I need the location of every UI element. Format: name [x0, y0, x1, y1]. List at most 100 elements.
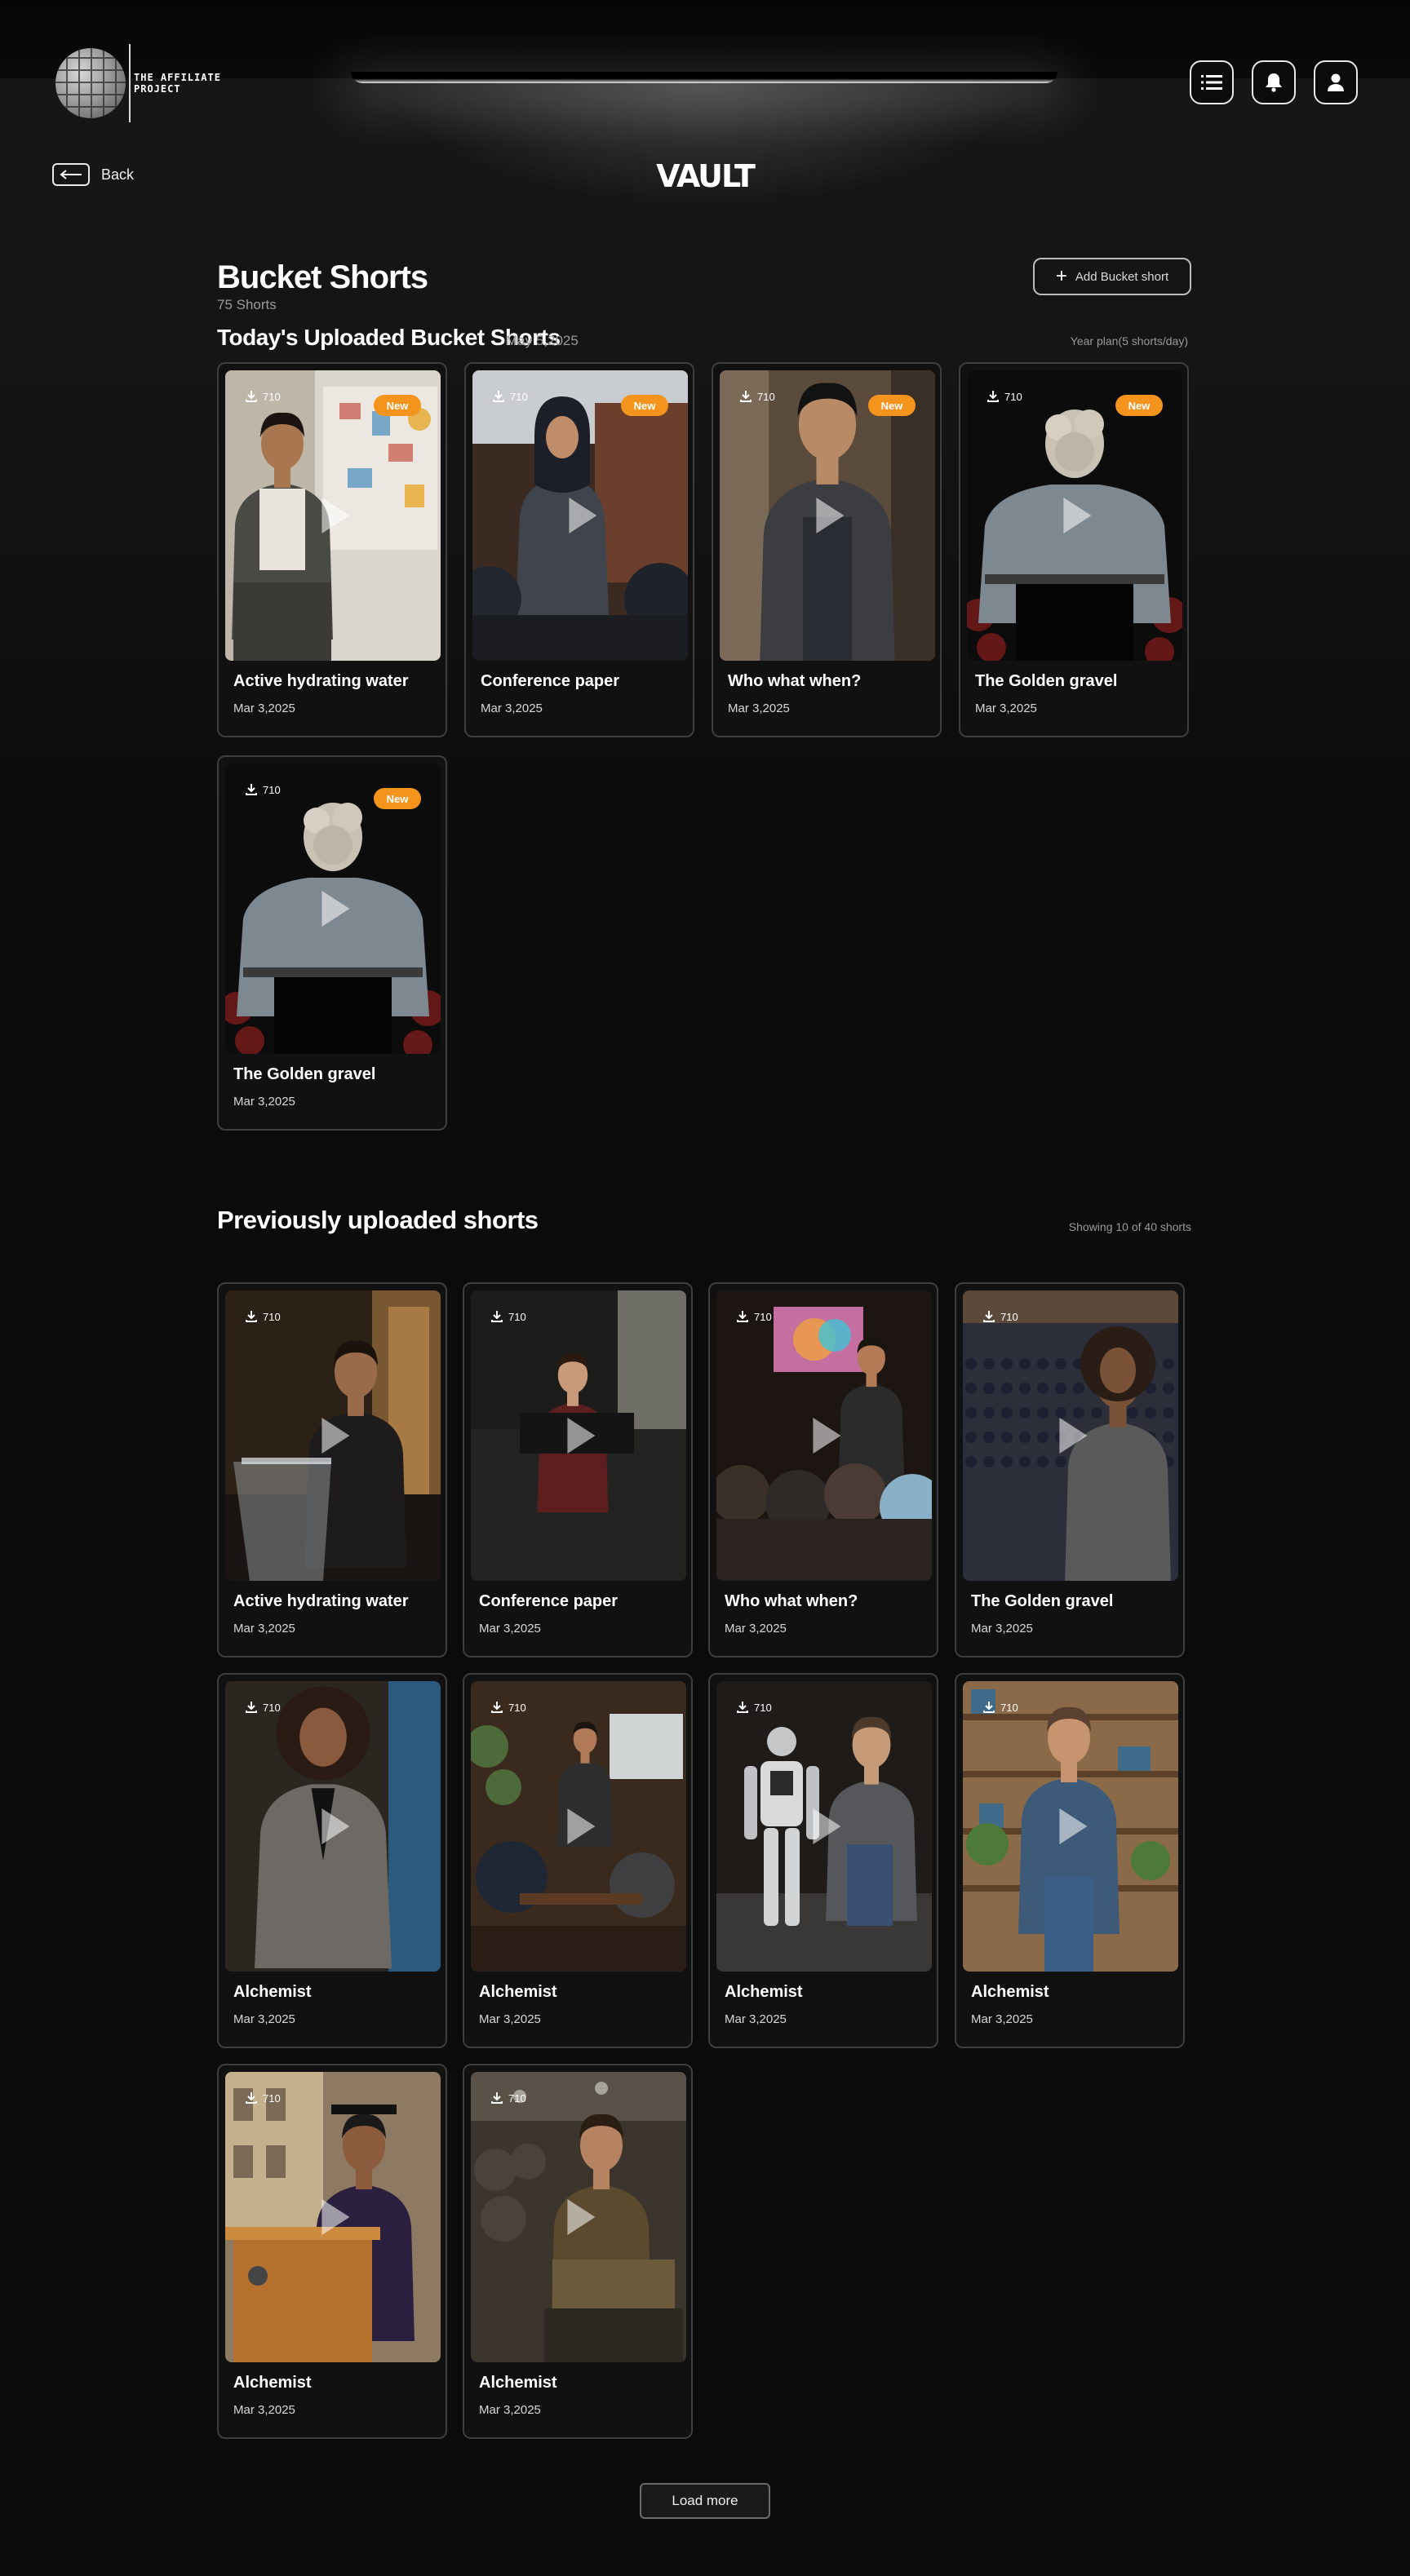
short-card[interactable]: 710 Alchemist Mar 3,2025 [463, 1673, 693, 2048]
short-card[interactable]: 710 Alchemist Mar 3,2025 [708, 1673, 938, 2048]
user-icon [1328, 73, 1344, 91]
year-plan-label: Year plan(5 shorts/day) [1070, 334, 1188, 347]
short-date: Mar 3,2025 [479, 2403, 541, 2417]
download-count-label: 710 [263, 2091, 281, 2105]
short-thumbnail[interactable]: 710 [716, 1290, 932, 1581]
app-title: VAULT [656, 158, 756, 194]
new-badge: New [1115, 395, 1163, 416]
brand-logo[interactable]: THE AFFILIATE PROJECT [55, 44, 224, 122]
play-icon[interactable] [567, 2199, 596, 2235]
play-icon[interactable] [321, 2199, 350, 2235]
menu-button[interactable] [1190, 60, 1234, 104]
download-count[interactable]: 710 [490, 1701, 526, 1714]
download-count[interactable]: 710 [490, 1310, 526, 1323]
short-card[interactable]: 710 Active hydrating water Mar 3,2025 [217, 1282, 447, 1658]
download-icon [737, 1311, 748, 1322]
download-count[interactable]: 710 [245, 1701, 281, 1714]
short-card[interactable]: 710 Alchemist Mar 3,2025 [217, 2064, 447, 2439]
short-card[interactable]: 710 New Who what when? Mar 3,2025 [712, 362, 942, 737]
short-date: Mar 3,2025 [971, 2012, 1033, 2026]
short-thumbnail[interactable]: 710 [471, 1290, 686, 1581]
download-count[interactable]: 710 [492, 390, 528, 403]
play-icon[interactable] [1063, 498, 1092, 533]
download-count[interactable]: 710 [245, 783, 281, 796]
notifications-button[interactable] [1252, 60, 1296, 104]
download-count[interactable]: 710 [245, 2091, 281, 2105]
short-date: Mar 3,2025 [233, 1095, 295, 1109]
plus-icon: + [1055, 265, 1067, 287]
short-thumbnail[interactable]: 710 New [472, 370, 688, 661]
short-thumbnail[interactable]: 710 New [225, 764, 441, 1054]
short-card[interactable]: 710 Conference paper Mar 3,2025 [463, 1282, 693, 1658]
short-card[interactable]: 710 Who what when? Mar 3,2025 [708, 1282, 938, 1658]
play-icon[interactable] [813, 1418, 841, 1454]
short-card[interactable]: 710 New Conference paper Mar 3,2025 [464, 362, 694, 737]
short-title: Alchemist [233, 2374, 312, 2392]
short-thumbnail[interactable]: 710 [471, 2072, 686, 2362]
play-icon[interactable] [813, 1808, 841, 1844]
download-icon [493, 391, 504, 402]
short-title: Alchemist [479, 1983, 557, 2001]
download-count[interactable]: 710 [982, 1310, 1018, 1323]
download-count[interactable]: 710 [245, 1310, 281, 1323]
play-icon[interactable] [321, 1808, 350, 1844]
short-card[interactable]: 710 New The Golden gravel Mar 3,2025 [217, 755, 447, 1131]
short-date: Mar 3,2025 [233, 1622, 295, 1635]
short-card[interactable]: 710 New Active hydrating water Mar 3,202… [217, 362, 447, 737]
add-bucket-short-button[interactable]: + Add Bucket short [1033, 258, 1191, 295]
short-title: The Golden gravel [971, 1592, 1114, 1610]
download-count[interactable]: 710 [490, 2091, 526, 2105]
download-count-label: 710 [754, 1310, 772, 1323]
short-thumbnail[interactable]: 710 [716, 1681, 932, 1972]
short-date: Mar 3,2025 [971, 1622, 1033, 1635]
short-title: Alchemist [479, 2374, 557, 2392]
short-thumbnail[interactable]: 710 [225, 1290, 441, 1581]
download-count-label: 710 [508, 1701, 526, 1714]
short-card[interactable]: 710 Alchemist Mar 3,2025 [955, 1673, 1185, 2048]
download-count[interactable]: 710 [739, 390, 775, 403]
short-date: Mar 3,2025 [233, 2403, 295, 2417]
short-thumbnail[interactable]: 710 [225, 1681, 441, 1972]
download-count[interactable]: 710 [736, 1310, 772, 1323]
short-thumbnail[interactable]: 710 New [720, 370, 935, 661]
short-card[interactable]: 710 Alchemist Mar 3,2025 [217, 1673, 447, 2048]
play-icon[interactable] [567, 1418, 596, 1454]
download-icon [737, 1702, 748, 1713]
download-count[interactable]: 710 [245, 390, 281, 403]
download-count-label: 710 [1000, 1310, 1018, 1323]
short-date: Mar 3,2025 [728, 702, 790, 715]
profile-button[interactable] [1314, 60, 1358, 104]
play-icon[interactable] [1059, 1808, 1088, 1844]
play-icon[interactable] [321, 891, 350, 927]
download-count-label: 710 [508, 2091, 526, 2105]
play-icon[interactable] [816, 498, 845, 533]
play-icon[interactable] [1059, 1418, 1088, 1454]
play-icon[interactable] [321, 498, 350, 533]
short-thumbnail[interactable]: 710 [225, 2072, 441, 2362]
short-title: Who what when? [725, 1592, 858, 1610]
previous-section-title: Previously uploaded shorts [217, 1206, 539, 1234]
play-icon[interactable] [567, 1808, 596, 1844]
download-count[interactable]: 710 [982, 1701, 1018, 1714]
short-card[interactable]: 710 Alchemist Mar 3,2025 [463, 2064, 693, 2439]
short-thumbnail[interactable]: 710 [963, 1681, 1178, 1972]
short-title: The Golden gravel [975, 672, 1118, 690]
load-more-button[interactable]: Load more [640, 2483, 770, 2519]
download-count[interactable]: 710 [987, 390, 1022, 403]
download-icon [740, 391, 752, 402]
download-icon [491, 1311, 503, 1322]
header-light-bar [351, 72, 1058, 83]
play-icon[interactable] [321, 1418, 350, 1454]
short-card[interactable]: 710 The Golden gravel Mar 3,2025 [955, 1282, 1185, 1658]
download-count-label: 710 [754, 1701, 772, 1714]
short-thumbnail[interactable]: 710 New [967, 370, 1182, 661]
short-title: Alchemist [725, 1983, 803, 2001]
download-count[interactable]: 710 [736, 1701, 772, 1714]
short-thumbnail[interactable]: 710 [963, 1290, 1178, 1581]
short-thumbnail[interactable]: 710 [471, 1681, 686, 1972]
download-count-label: 710 [263, 390, 281, 403]
short-thumbnail[interactable]: 710 New [225, 370, 441, 661]
short-card[interactable]: 710 New The Golden gravel Mar 3,2025 [959, 362, 1189, 737]
short-title: Alchemist [233, 1983, 312, 2001]
play-icon[interactable] [569, 498, 597, 533]
